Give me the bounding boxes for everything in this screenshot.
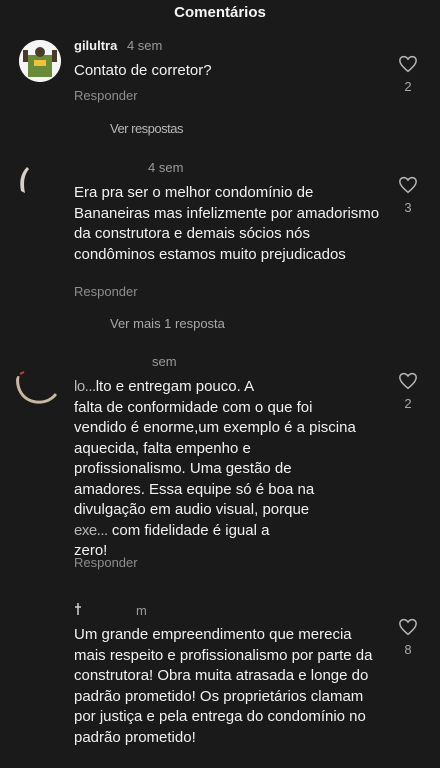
heart-icon (399, 176, 417, 194)
comment-text: Era pra ser o melhor condomínio de Banan… (74, 184, 380, 263)
reply-button[interactable]: Responder (74, 88, 138, 103)
heart-icon (399, 372, 417, 390)
comment-text: lo...lto e entregam pouco. A falta de co… (74, 378, 356, 559)
heart-icon (399, 55, 417, 73)
heart-icon (399, 618, 417, 636)
reply-button[interactable]: Responder (74, 555, 138, 570)
timestamp: 4 sem (148, 160, 184, 175)
avatar[interactable] (74, 602, 82, 616)
like-button[interactable]: 2 (396, 55, 420, 94)
comment-meta: 4 sem (148, 160, 183, 175)
like-count: 2 (404, 79, 412, 94)
timestamp: sem (152, 354, 177, 369)
comment-meta: sem (152, 354, 177, 369)
view-replies-link[interactable]: Ver respostas (110, 121, 184, 136)
comment-meta: gilultra 4 sem (74, 38, 162, 53)
text-fragment: lo... (74, 378, 96, 395)
comment-text: Um grande empreendimento que merecia mai… (74, 626, 373, 746)
timestamp: m (136, 603, 147, 618)
username[interactable]: gilultra (74, 38, 117, 53)
like-button[interactable]: 2 (396, 372, 420, 411)
like-count: 8 (404, 642, 412, 657)
view-more-replies-link[interactable]: Ver mais 1 resposta (110, 316, 225, 331)
like-button[interactable]: 3 (396, 176, 420, 215)
comment-meta: m (136, 603, 147, 618)
header-title: Comentários (174, 3, 266, 21)
timestamp: 4 sem (126, 38, 163, 53)
avatar[interactable] (14, 366, 58, 410)
like-button[interactable]: 8 (396, 618, 420, 657)
avatar[interactable] (19, 40, 61, 82)
avatar[interactable] (13, 163, 43, 199)
comment-text: Contato de corretor? (74, 62, 212, 79)
reply-button[interactable]: Responder (74, 284, 138, 299)
like-count: 2 (404, 396, 412, 411)
like-count: 3 (404, 200, 412, 215)
